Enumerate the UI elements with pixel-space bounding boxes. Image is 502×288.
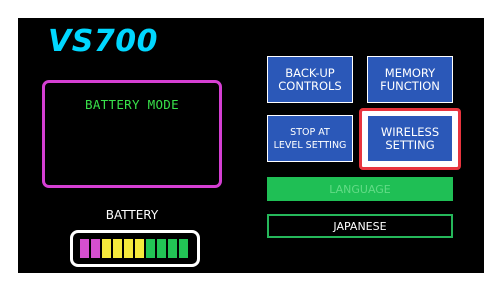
battery-icon [70,230,200,267]
battery-cells [80,239,188,258]
language-value[interactable]: JAPANESE [267,214,453,238]
battery-cell [157,239,166,258]
battery-cell [102,239,111,258]
wireless-label-line2: SETTING [385,137,435,152]
stop-label-line1: STOP AT [290,126,330,138]
mode-panel: BATTERY MODE [42,80,222,188]
memory-label-line1: MEMORY [384,65,436,80]
battery-cell [135,239,144,258]
backup-controls-button[interactable]: BACK-UP CONTROLS [267,56,353,103]
battery-cell [168,239,177,258]
mode-text: BATTERY MODE [85,97,179,112]
battery-cell [146,239,155,258]
battery-cell [124,239,133,258]
memory-function-button[interactable]: MEMORY FUNCTION [367,56,453,103]
battery-cell [113,239,122,258]
stop-at-level-button[interactable]: STOP AT LEVEL SETTING [267,115,353,162]
device-screen: VS700 BATTERY MODE BATTERY BACK-UP CONTR… [18,18,484,273]
wireless-setting-button[interactable]: WIRELESS SETTING [367,115,453,162]
battery-cell [179,239,188,258]
battery-cell [91,239,100,258]
battery-cell [80,239,89,258]
backup-label-line2: CONTROLS [278,78,342,93]
language-button[interactable]: LANGUAGE [267,177,453,201]
app-title: VS700 [48,24,158,59]
memory-label-line2: FUNCTION [380,78,440,93]
stop-label-line2: LEVEL SETTING [273,139,347,151]
wireless-label-line1: WIRELESS [380,124,440,139]
battery-label: BATTERY [105,208,159,222]
backup-label-line1: BACK-UP [285,65,335,80]
